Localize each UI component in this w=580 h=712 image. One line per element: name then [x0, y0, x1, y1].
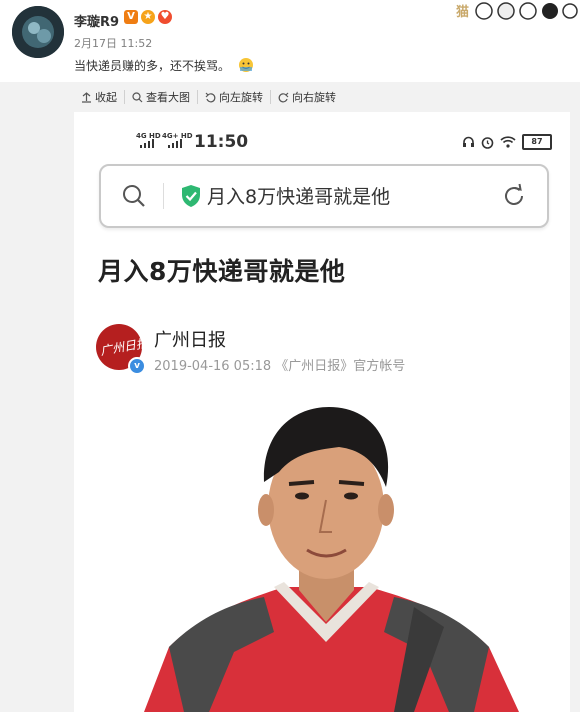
user-badges: V ★ ♥	[124, 10, 172, 24]
rotate-left-icon	[205, 92, 216, 102]
publish-meta: 2019-04-16 05:18 《广州日报》官方帐号	[154, 359, 406, 374]
magnifier-icon	[132, 91, 143, 102]
search-bar[interactable]: 月入8万快递哥就是他	[99, 164, 549, 228]
article-title: 月入8万快递哥就是他	[98, 257, 346, 286]
battery-indicator: 87	[522, 134, 552, 150]
verified-icon: v	[128, 357, 146, 375]
phone-status-bar: 4G HD 4G+ HD 11:50 87	[74, 112, 570, 164]
username[interactable]: 李璇R9	[74, 11, 119, 30]
phone-clock: 11:50	[194, 132, 249, 152]
level-badge-icon[interactable]: ★	[141, 10, 155, 24]
collapse-icon	[82, 91, 91, 103]
rotate-left-label: 向左旋转	[219, 91, 263, 104]
collapse-button[interactable]: 收起	[74, 90, 125, 104]
view-large-label: 查看大图	[146, 91, 190, 104]
headphone-icon	[463, 136, 474, 147]
alarm-icon	[481, 136, 494, 149]
rotate-right-button[interactable]: 向右旋转	[271, 90, 343, 104]
publisher-name[interactable]: 广州日报	[154, 326, 226, 352]
wifi-icon	[500, 136, 516, 148]
post-timestamp[interactable]: 2月17日 11:52	[74, 35, 152, 51]
shield-check-icon	[182, 185, 200, 207]
search-query-text: 月入8万快递哥就是他	[207, 186, 391, 208]
search-divider	[163, 183, 164, 209]
verified-badge[interactable]: V	[124, 10, 138, 24]
rotate-right-icon	[278, 92, 289, 102]
refresh-icon[interactable]	[501, 183, 527, 209]
rotate-left-button[interactable]: 向左旋转	[198, 90, 271, 104]
post-text-content: 当快递员赚的多，还不挨骂。	[74, 59, 231, 73]
publisher-logo-text: 广州日报	[99, 335, 142, 359]
post-text: 当快递员赚的多，还不挨骂。	[74, 57, 254, 74]
collapse-label: 收起	[95, 91, 117, 104]
view-large-button[interactable]: 查看大图	[125, 90, 198, 104]
signal-bars-2-icon	[168, 139, 182, 148]
post-header: 李璇R9 V ★ ♥ 2月17日 11:52 当快递员赚的多，还不挨骂。 猫	[0, 0, 580, 82]
search-icon	[123, 185, 145, 207]
fans-badge-icon[interactable]: ♥	[158, 10, 172, 24]
signal-bars-1-icon	[140, 139, 154, 148]
smiley-emoji-icon	[238, 58, 253, 72]
courier-photo	[144, 407, 519, 712]
decorative-sticker-icon: 猫	[456, 2, 578, 20]
rotate-right-label: 向右旋转	[292, 91, 336, 104]
svg-text:猫: 猫	[456, 4, 469, 20]
status-icons: 87	[462, 134, 552, 150]
avatar[interactable]	[12, 6, 64, 58]
post-image[interactable]: 4G HD 4G+ HD 11:50 87 月入8万快递哥就是他 月入8万快递哥…	[74, 112, 570, 712]
image-toolbar: 收起 查看大图 向左旋转 向右旋转	[74, 90, 343, 104]
